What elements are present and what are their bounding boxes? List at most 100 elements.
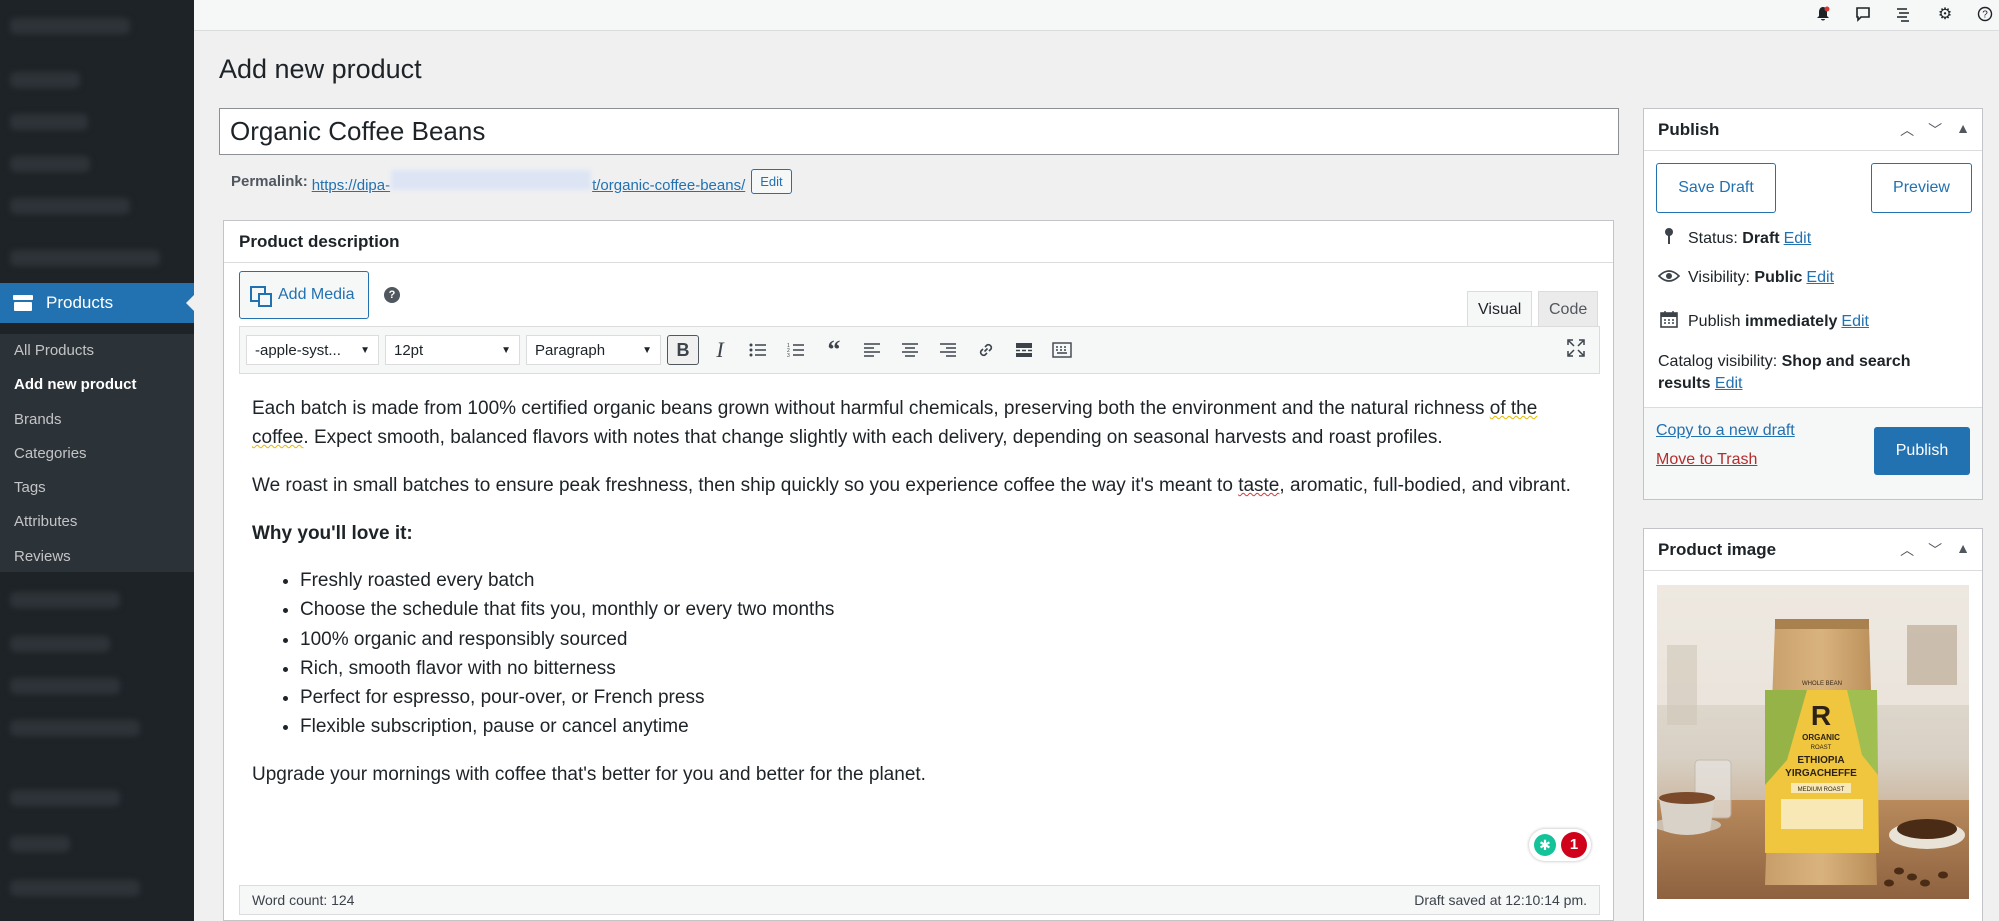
sidebar-item-brands[interactable]: Brands [0,405,194,439]
numbered-list-icon[interactable]: 123 [779,335,813,365]
catalog-visibility-edit-link[interactable]: Edit [1715,375,1743,392]
chevron-down-icon: ▼ [642,344,652,356]
permalink-link[interactable]: https://dipa-t/organic-coffee-beans/ [312,169,745,194]
blurred-menu-item[interactable] [10,790,120,806]
blurred-menu-item[interactable] [10,250,160,266]
help-icon[interactable]: ? [384,287,400,303]
sidebar-item-reviews[interactable]: Reviews [0,542,194,576]
preview-button[interactable]: Preview [1871,163,1972,213]
product-image[interactable]: WHOLE BEAN R ORGANIC ROAST ETHIOPIA YIRG… [1657,585,1969,899]
bag-top-text: WHOLE BEAN [1802,681,1842,687]
bullet-list-icon[interactable] [741,335,775,365]
current-menu-pointer [186,295,194,311]
description-paragraph: We roast in small batches to ensure peak… [252,475,1571,496]
blockquote-icon[interactable]: “ [817,335,851,365]
description-paragraph: Upgrade your mornings with coffee that's… [252,763,926,785]
align-left-icon[interactable] [855,335,889,365]
product-title-input[interactable]: Organic Coffee Beans [219,108,1619,155]
publish-button[interactable]: Publish [1874,427,1970,475]
blurred-menu-item[interactable] [10,636,110,652]
page-title: Add new product [219,54,422,84]
list-item: Perfect for espresso, pour-over, or Fren… [300,683,1588,712]
spelling-suggestion[interactable]: taste [1238,475,1279,496]
permalink-edit-button[interactable]: Edit [751,169,792,194]
blurred-menu-item[interactable] [10,156,90,172]
product-description-box: Product description Add Media ? Visual C… [223,220,1614,921]
align-right-icon[interactable] [931,335,965,365]
gear-icon[interactable]: ⚙ [1933,3,1957,25]
move-up-icon[interactable]: ︿ [1900,540,1914,560]
chevron-down-icon: ▼ [360,344,370,356]
visibility-edit-link[interactable]: Edit [1806,269,1834,287]
font-size-select[interactable]: 12pt ▼ [385,335,520,365]
link-icon[interactable] [969,335,1003,365]
publish-box: Publish ︿ ﹀ ▲ Save Draft Preview Status:… [1643,108,1983,500]
svg-text:MEDIUM ROAST: MEDIUM ROAST [1798,787,1845,793]
editor-content[interactable]: Each batch is made from 100% certified o… [239,374,1600,877]
tab-code[interactable]: Code [1538,291,1599,327]
tab-visual[interactable]: Visual [1467,291,1533,327]
grammar-issue-count: 1 [1561,832,1587,858]
sidebar-item-products[interactable]: Products [0,283,194,323]
fullscreen-icon[interactable] [1567,339,1585,362]
move-down-icon[interactable]: ﹀ [1928,540,1942,560]
bold-icon[interactable]: B [667,335,699,365]
grammar-checker-widget[interactable]: ✱ 1 [1529,829,1591,861]
description-heading: Product description [224,221,1613,263]
catalog-visibility-row: Catalog visibility: Shop and search resu… [1658,353,1911,392]
product-image-box: Product image ︿ ﹀ ▲ WHOLE BEAN R ORGANIC… [1643,528,1983,921]
list-item: Freshly roasted every batch [300,566,1588,595]
word-count: Word count: 124 [252,892,355,908]
publish-date-edit-link[interactable]: Edit [1841,313,1869,331]
archive-icon [12,294,34,312]
font-family-select[interactable]: -apple-syst... ▼ [246,335,379,365]
italic-icon[interactable]: I [703,335,737,365]
read-more-icon[interactable] [1007,335,1041,365]
publish-actions: Copy to a new draft Move to Trash Publis… [1644,407,1982,499]
list-icon[interactable] [1891,3,1915,25]
svg-text:?: ? [1982,10,1988,21]
list-item: Choose the schedule that fits you, month… [300,595,1588,624]
products-submenu: All Products Add new product Brands Cate… [0,334,194,572]
blurred-menu-item[interactable] [10,678,120,694]
sidebar-item-tags[interactable]: Tags [0,473,194,507]
comment-icon[interactable] [1851,3,1875,25]
blurred-menu-item[interactable] [10,72,80,88]
sidebar-products-label: Products [46,293,114,312]
status-edit-link[interactable]: Edit [1784,230,1812,248]
move-up-icon[interactable]: ︿ [1900,120,1914,140]
benefit-list: Freshly roasted every batch Choose the s… [252,566,1588,742]
admin-topbar: ⚙ ? [194,0,1999,31]
blurred-menu-item[interactable] [10,836,70,852]
list-item: Rich, smooth flavor with no bitterness [300,654,1588,683]
align-center-icon[interactable] [893,335,927,365]
add-media-button[interactable]: Add Media [239,271,369,319]
save-draft-button[interactable]: Save Draft [1656,163,1776,213]
toolbar-toggle-icon[interactable] [1045,335,1079,365]
visibility-row: Visibility: Public Edit [1657,268,1834,288]
bell-icon[interactable] [1811,3,1835,25]
blurred-menu-item[interactable] [10,114,88,130]
help-icon[interactable]: ? [1973,3,1997,25]
admin-sidebar: Products All Products Add new product Br… [0,0,194,921]
svg-text:ETHIOPIA: ETHIOPIA [1797,755,1844,766]
svg-text:ROAST: ROAST [1811,745,1832,751]
block-format-select[interactable]: Paragraph ▼ [526,335,661,365]
move-down-icon[interactable]: ﹀ [1928,120,1942,140]
status-row: Status: Draft Edit [1658,227,1811,250]
blurred-menu-item[interactable] [10,592,120,608]
blurred-menu-item[interactable] [10,198,130,214]
publish-heading: Publish [1658,119,1720,139]
move-to-trash-link[interactable]: Move to Trash [1656,451,1757,469]
sidebar-item-attributes[interactable]: Attributes [0,507,194,541]
sidebar-item-categories[interactable]: Categories [0,439,194,473]
blurred-menu-item[interactable] [10,18,130,34]
blurred-menu-item[interactable] [10,880,140,896]
collapse-icon[interactable]: ▲ [1956,120,1970,140]
product-image-header: Product image ︿ ﹀ ▲ [1644,529,1982,571]
copy-to-draft-link[interactable]: Copy to a new draft [1656,422,1795,440]
blurred-menu-item[interactable] [10,720,140,736]
sidebar-item-add-new-product[interactable]: Add new product [0,370,194,404]
collapse-icon[interactable]: ▲ [1956,540,1970,560]
sidebar-item-all-products[interactable]: All Products [0,336,194,370]
